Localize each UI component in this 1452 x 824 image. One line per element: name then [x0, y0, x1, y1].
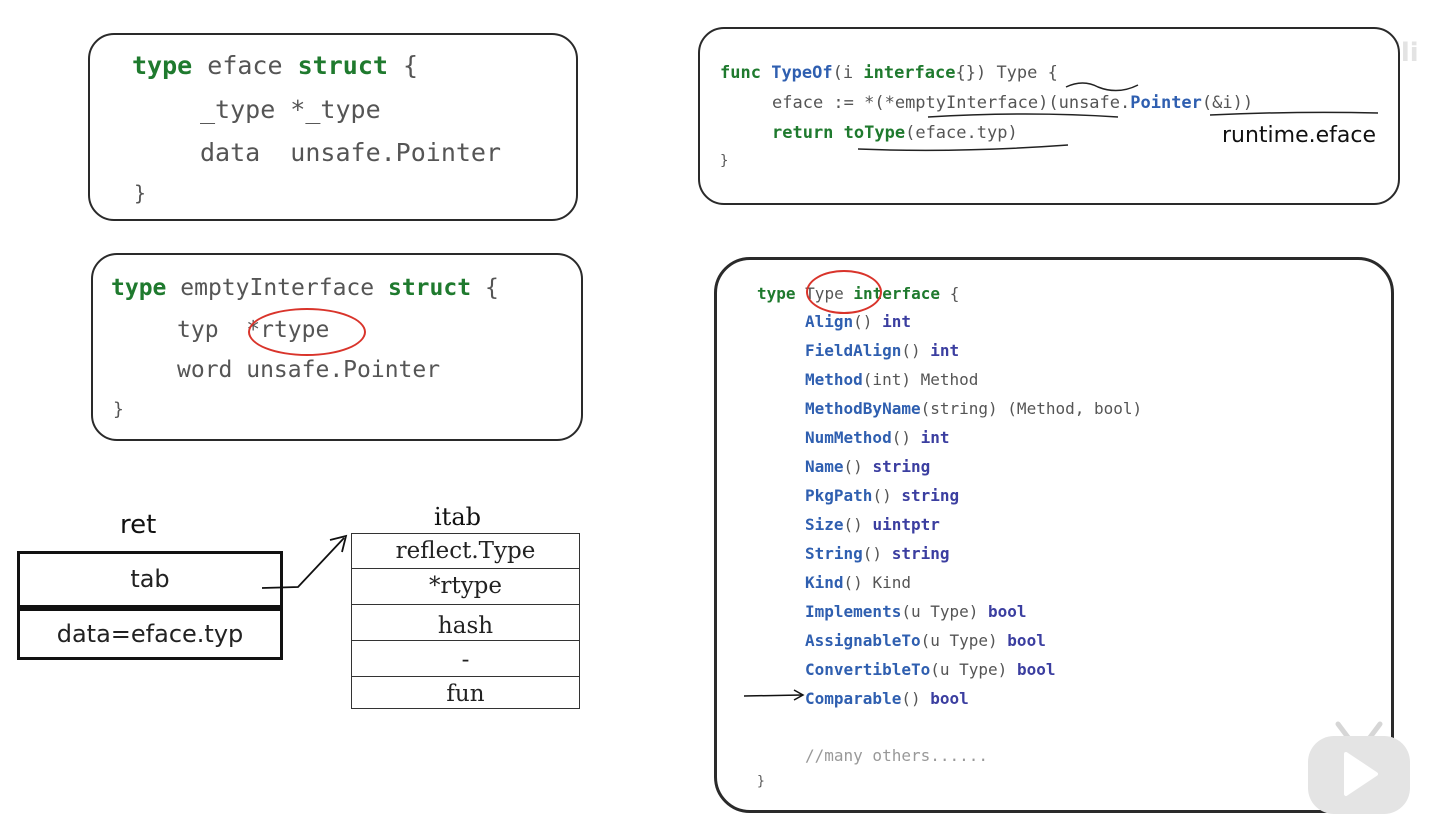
method-implements: Implements(u Type) bool	[805, 602, 1027, 621]
type-red-circle	[806, 270, 882, 314]
empty-iface-line-3: word unsafe.Pointer	[177, 357, 441, 383]
typeof-underlines	[857, 82, 1379, 152]
method-name: Name() string	[805, 457, 931, 476]
type-iface-close: }	[757, 774, 765, 789]
eface-line-1: type eface struct {	[132, 51, 419, 80]
method-convertibleto: ConvertibleTo(u Type) bool	[805, 660, 1056, 679]
type-interface-box: type Type interface { Align() int FieldAl…	[714, 257, 1394, 813]
eface-line-2: _type *_type	[200, 95, 381, 124]
method-align: Align() int	[805, 312, 911, 331]
method-nummethod: NumMethod() int	[805, 428, 950, 447]
many-others-comment: //many others......	[805, 746, 989, 765]
eface-line-4: }	[134, 181, 147, 205]
eface-struct-box: type eface struct { _type *_type data un…	[88, 33, 578, 221]
itab-cell-hash: hash	[351, 604, 580, 641]
ret-title: ret	[120, 510, 157, 540]
itab-title: itab	[434, 503, 481, 531]
method-kind: Kind() Kind	[805, 573, 911, 592]
method-size: Size() uintptr	[805, 515, 940, 534]
empty-iface-line-1: type emptyInterface struct {	[111, 275, 499, 301]
itab-cell-reflect-type: reflect.Type	[351, 533, 580, 569]
tab-to-itab-arrow	[261, 534, 348, 589]
itab-cell-dash: -	[351, 640, 580, 677]
ret-data-cell: data=eface.typ	[17, 608, 283, 660]
eface-line-3: data unsafe.Pointer	[200, 138, 502, 167]
method-comparable: Comparable() bool	[805, 689, 969, 708]
rtype-red-circle	[248, 308, 366, 356]
itab-cell-fun: fun	[351, 676, 580, 709]
method-fieldalign: FieldAlign() int	[805, 341, 960, 360]
method-method: Method(int) Method	[805, 370, 979, 389]
empty-iface-line-4: }	[113, 399, 124, 420]
method-pkgpath: PkgPath() string	[805, 486, 960, 505]
method-string: String() string	[805, 544, 950, 563]
itab-cell-rtype: *rtype	[351, 568, 580, 605]
video-play-icon[interactable]	[1302, 712, 1414, 818]
method-assignableto: AssignableTo(u Type) bool	[805, 631, 1046, 650]
ret-tab-cell: tab	[17, 551, 283, 608]
method-methodbyname: MethodByName(string) (Method, bool)	[805, 399, 1143, 418]
comparable-arrow	[743, 689, 805, 701]
